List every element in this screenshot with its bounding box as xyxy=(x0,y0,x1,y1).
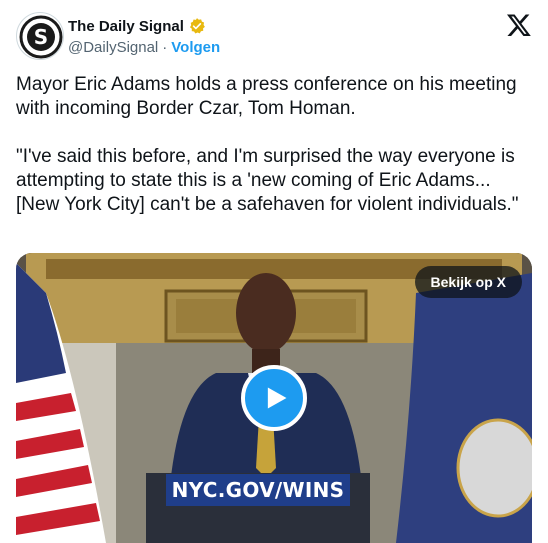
name-row: The Daily Signal xyxy=(68,16,206,36)
play-button[interactable] xyxy=(241,365,307,431)
svg-text:S: S xyxy=(34,25,48,49)
x-logo-icon[interactable] xyxy=(506,12,532,38)
follow-button[interactable]: Volgen xyxy=(171,39,220,56)
display-name[interactable]: The Daily Signal xyxy=(68,18,184,35)
verified-badge-icon xyxy=(189,18,205,34)
handle-row: @DailySignal · Volgen xyxy=(68,39,220,56)
tweet-text: Mayor Eric Adams holds a press conferenc… xyxy=(16,73,532,217)
separator: · xyxy=(162,39,168,56)
handle[interactable]: @DailySignal xyxy=(68,39,158,56)
avatar[interactable]: S xyxy=(16,12,64,60)
play-icon xyxy=(267,387,287,409)
podium-sign: NYC.GOV/WINS xyxy=(166,474,350,506)
video-player[interactable]: NYC.GOV/WINS Bekijk op X xyxy=(16,253,532,543)
daily-signal-logo-icon: S xyxy=(19,15,63,59)
view-on-x-button[interactable]: Bekijk op X xyxy=(414,266,522,298)
tweet-paragraph-2: "I've said this before, and I'm surprise… xyxy=(16,146,519,215)
tweet-paragraph-1: Mayor Eric Adams holds a press conferenc… xyxy=(16,74,517,119)
tweet-header: S The Daily Signal @DailySignal · Volgen xyxy=(16,12,532,60)
tweet-card: S The Daily Signal @DailySignal · Volgen… xyxy=(0,0,548,543)
